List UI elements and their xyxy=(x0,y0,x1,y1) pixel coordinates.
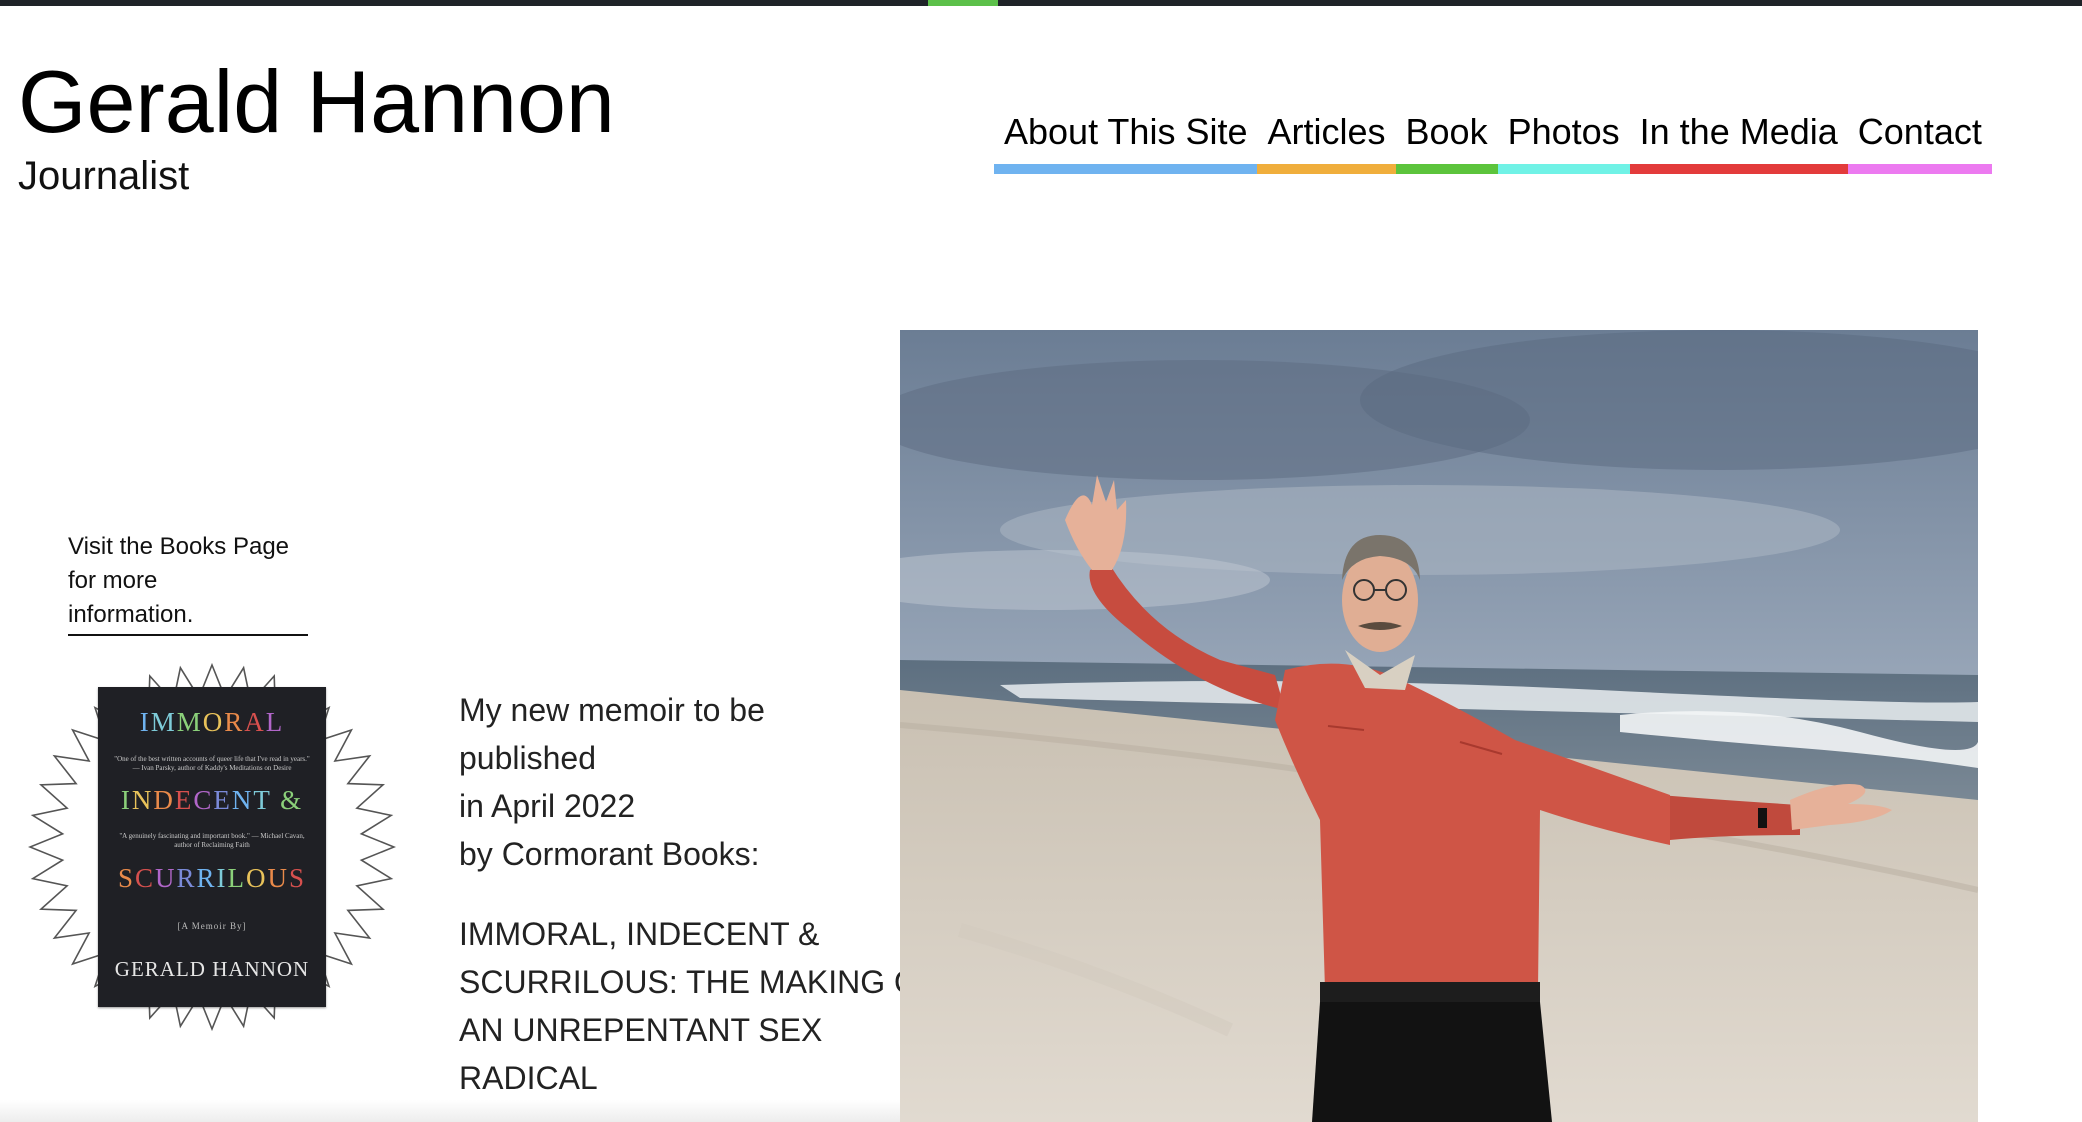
memoir-title-line: AN UNREPENTANT SEX xyxy=(459,1012,823,1048)
top-bar-accent xyxy=(928,0,998,6)
nav-book-label: Book xyxy=(1405,111,1488,152)
books-link-line: for more xyxy=(68,567,158,594)
main-nav: About This Site Articles Book Photos In … xyxy=(994,106,1992,174)
memoir-title-line: IMMORAL, INDECENT & xyxy=(459,916,820,952)
nav-about[interactable]: About This Site xyxy=(994,106,1258,174)
cover-quote: "A genuinely fascinating and important b… xyxy=(119,832,305,849)
cover-title-word: SCURRILOUS xyxy=(117,863,307,893)
nav-book-underline xyxy=(1395,164,1498,174)
nav-about-label: About This Site xyxy=(1004,111,1248,152)
nav-about-underline xyxy=(994,164,1258,174)
memoir-title-line: SCURRILOUS: THE MAKING OF xyxy=(459,964,939,1000)
site-subtitle: Journalist xyxy=(18,154,190,198)
nav-contact-label: Contact xyxy=(1857,111,1982,152)
nav-photos-label: Photos xyxy=(1507,111,1620,152)
author-beach-photo xyxy=(900,330,1978,1122)
cover-title-word: INDECENT & xyxy=(120,785,304,815)
memoir-intro: My new memoir to be published in April 2… xyxy=(459,686,879,878)
nav-photos-underline xyxy=(1497,164,1630,174)
books-link-line: information. xyxy=(68,601,194,628)
nav-contact[interactable]: Contact xyxy=(1847,106,1992,174)
cover-quote: "One of the best written accounts of que… xyxy=(114,755,310,772)
bottom-fade xyxy=(0,1100,900,1122)
memoir-intro-line: My new memoir to be xyxy=(459,692,765,728)
cover-author: GERALD HANNON xyxy=(114,957,310,981)
top-bar xyxy=(0,0,2082,6)
book-cover-image[interactable]: IMMORAL "One of the best written account… xyxy=(98,687,326,1007)
nav-in-the-media-underline xyxy=(1629,164,1848,174)
cover-title-word: IMMORAL xyxy=(139,707,285,737)
books-page-link[interactable]: Visit the Books Page for more informatio… xyxy=(68,530,308,636)
books-link-line: Visit the Books Page xyxy=(68,533,290,560)
memoir-intro-line: published xyxy=(459,740,596,776)
nav-articles[interactable]: Articles xyxy=(1257,106,1396,174)
memoir-intro-line: in April 2022 xyxy=(459,788,636,824)
memoir-intro-line: by Cormorant Books: xyxy=(459,836,760,872)
nav-contact-underline xyxy=(1847,164,1992,174)
memoir-title-line: RADICAL xyxy=(459,1060,598,1096)
nav-photos[interactable]: Photos xyxy=(1497,106,1630,174)
nav-in-the-media[interactable]: In the Media xyxy=(1629,106,1848,174)
cover-memoir-tag: [A Memoir By] xyxy=(177,921,247,931)
nav-articles-label: Articles xyxy=(1267,111,1386,152)
nav-in-the-media-label: In the Media xyxy=(1639,111,1838,152)
nav-articles-underline xyxy=(1257,164,1396,174)
memoir-title: IMMORAL, INDECENT & SCURRILOUS: THE MAKI… xyxy=(459,910,939,1102)
nav-book[interactable]: Book xyxy=(1395,106,1498,174)
site-title: Gerald Hannon xyxy=(18,52,615,151)
